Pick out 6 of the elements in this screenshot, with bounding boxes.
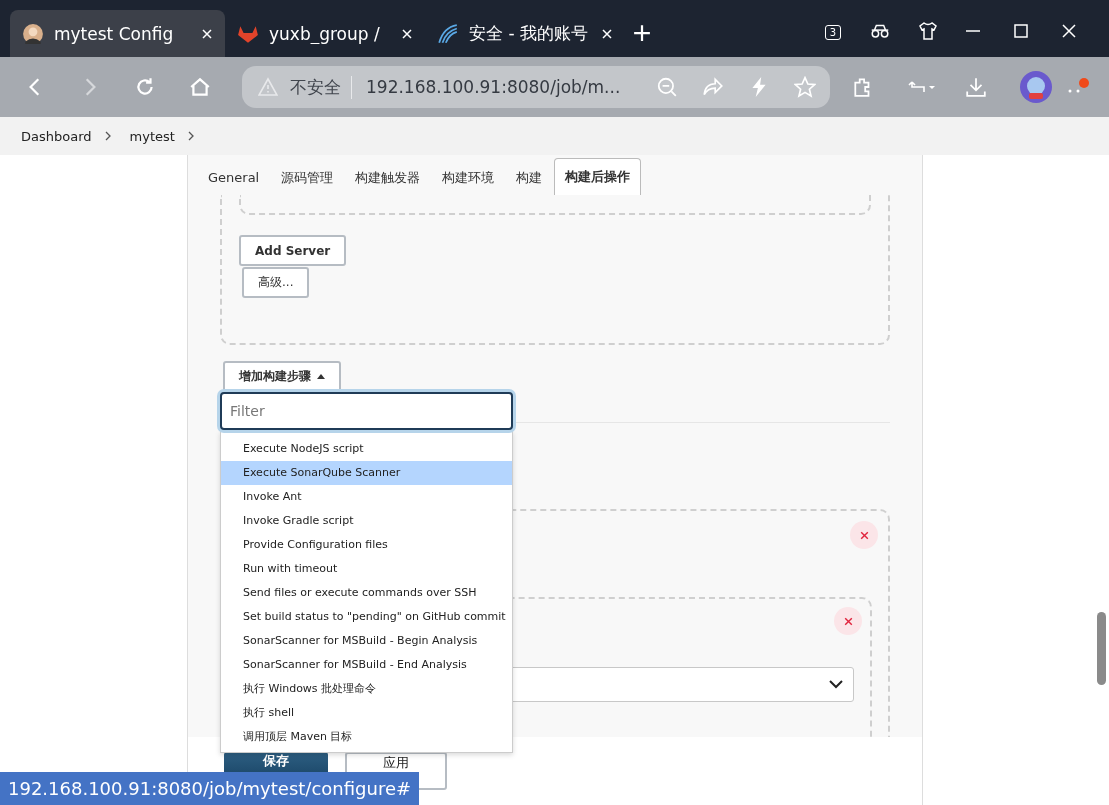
url-text: 192.168.100.91:8080/job/m... [366,77,622,97]
security-label: 不安全 [290,75,352,99]
tab-title: 安全 - 我的账号 [469,22,589,45]
tab-title: yuxb_group / [269,23,381,44]
tab-title: mytest Config [54,23,175,44]
status-bar: 192.168.100.91:8080/job/mytest/configure# [0,772,420,805]
